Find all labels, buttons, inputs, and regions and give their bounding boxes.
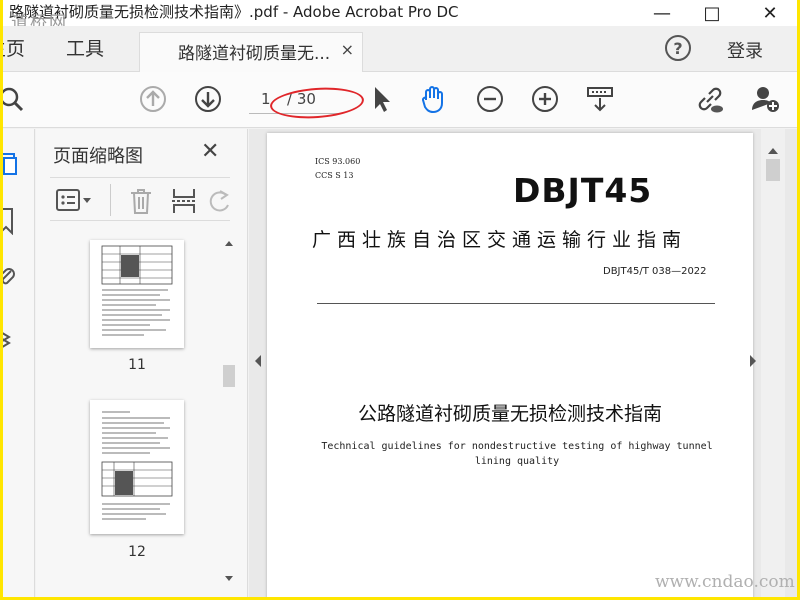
- bookmark-icon[interactable]: [3, 207, 17, 235]
- toolbar: 1 / 30: [3, 72, 797, 128]
- document-title-cn: 公路隧道衬砌质量无损检测技术指南: [357, 403, 662, 425]
- search-icon[interactable]: [3, 84, 25, 114]
- maximize-button[interactable]: □: [689, 0, 735, 26]
- thumbnail-page[interactable]: [90, 400, 184, 534]
- panel-title: 页面缩略图: [53, 146, 143, 167]
- minimize-button[interactable]: —: [639, 0, 685, 26]
- document-scrollbar[interactable]: [761, 129, 785, 597]
- options-menu-icon[interactable]: [56, 189, 92, 211]
- tab-close-icon[interactable]: ×: [341, 40, 354, 59]
- document-scrollbar-track: [766, 148, 780, 181]
- rotate-page-icon[interactable]: [208, 187, 232, 215]
- title-bar: 路隧道衬砌质量无损检测技术指南》.pdf - Adobe Acrobat Pro…: [3, 0, 797, 33]
- layers-icon[interactable]: [3, 325, 17, 353]
- document-title-en: Technical guidelines for nondestructive …: [321, 441, 713, 467]
- thumbnails-panel: 页面缩略图 ✕ 11 12: [36, 129, 248, 597]
- insert-page-icon[interactable]: [170, 187, 198, 215]
- thumbnail-page[interactable]: [90, 240, 184, 348]
- tab-document-label: 路隧道衬砌质量无...: [178, 44, 331, 64]
- ccs-code: CCS S 13: [315, 171, 354, 180]
- tab-home[interactable]: 主页: [3, 34, 25, 61]
- help-icon[interactable]: ?: [665, 35, 691, 61]
- page-up-icon[interactable]: [138, 84, 168, 114]
- add-user-icon[interactable]: [751, 84, 781, 114]
- page-down-icon[interactable]: [193, 84, 223, 114]
- scroll-mode-icon[interactable]: [585, 84, 615, 114]
- panel-close-icon[interactable]: ✕: [201, 139, 219, 164]
- collapse-right-icon[interactable]: [748, 354, 758, 368]
- app-window: 路隧道衬砌质量无损检测技术指南》.pdf - Adobe Acrobat Pro…: [3, 0, 797, 597]
- delete-page-icon[interactable]: [128, 187, 154, 215]
- close-window-button[interactable]: ✕: [747, 0, 793, 26]
- site-watermark: www.cndao.com: [655, 572, 795, 592]
- pdf-page: ICS 93.060 CCS S 13 DBJT45 广西壮族自治区交通运输行业…: [267, 133, 753, 597]
- thumbnail-page-content: [101, 411, 173, 520]
- document-view: ICS 93.060 CCS S 13 DBJT45 广西壮族自治区交通运输行业…: [249, 129, 797, 597]
- panel-toolbar: [50, 177, 230, 221]
- zoom-out-icon[interactable]: [475, 84, 505, 114]
- standard-code: DBJT45: [513, 171, 653, 210]
- select-cursor-icon[interactable]: [367, 84, 397, 114]
- thumbnail-page-content: [101, 245, 173, 336]
- tab-tools[interactable]: 工具: [66, 34, 104, 61]
- page-thumbnails-icon[interactable]: [3, 151, 19, 177]
- collapse-left-icon[interactable]: [253, 354, 263, 368]
- thumbnail-page-label: 12: [128, 544, 146, 560]
- thumbnail-page-label: 11: [128, 357, 146, 373]
- attachment-icon[interactable]: [3, 263, 17, 291]
- window-title: 路隧道衬砌质量无损检测技术指南》.pdf - Adobe Acrobat Pro…: [9, 3, 459, 21]
- issuing-authority: 广西壮族自治区交通运输行业指南: [312, 229, 688, 251]
- panel-toolbar-divider: [110, 184, 111, 216]
- hand-tool-icon[interactable]: [419, 84, 449, 114]
- login-button[interactable]: 登录: [727, 37, 763, 63]
- navigation-rail: [3, 129, 35, 597]
- standard-number: DBJT45/T 038—2022: [603, 266, 707, 277]
- divider: [317, 303, 715, 304]
- thumbnail-scrollbar[interactable]: [222, 238, 236, 590]
- thumbnail-scrollbar-track: [223, 241, 235, 581]
- share-link-icon[interactable]: [695, 84, 725, 114]
- tab-bar: 主页 工具 路隧道衬砌质量无... × ? 登录: [3, 26, 797, 73]
- tab-document[interactable]: 路隧道衬砌质量无... ×: [139, 32, 363, 73]
- ics-ccs-block: ICS 93.060 CCS S 13: [315, 155, 360, 183]
- ics-code: ICS 93.060: [315, 157, 361, 166]
- zoom-in-icon[interactable]: [530, 84, 560, 114]
